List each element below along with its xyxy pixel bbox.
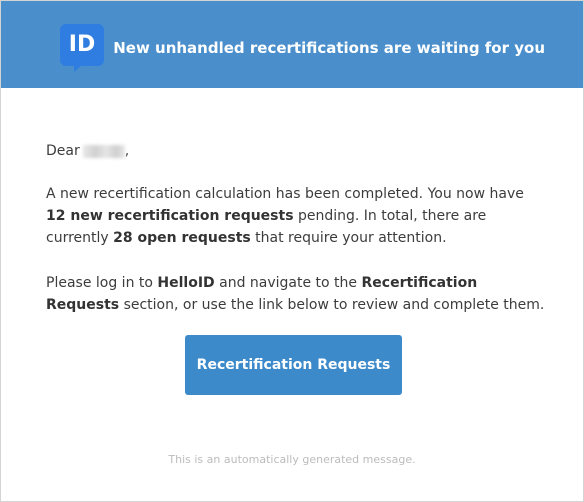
logo-badge: ID [60,24,104,66]
email-title: New unhandled recertifications are waiti… [113,39,545,57]
email-header: ID New unhandled recertifications are wa… [1,1,583,88]
footer-note: This is an automatically generated messa… [168,453,416,466]
summary-paragraph: A new recertification calculation has be… [46,183,546,249]
instructions-text-2: and navigate to the [214,275,362,291]
recertification-requests-button[interactable]: Recertification Requests [185,335,402,395]
instructions-text-1: Please log in to [46,275,158,291]
redacted-name [82,144,125,158]
new-requests-count: 12 new recertification requests [46,208,294,224]
summary-text-3: that require your attention. [250,230,447,246]
greeting-suffix: , [124,143,130,159]
instructions-text-3: section, or use the link below to review… [119,297,545,313]
helloid-name: HelloID [157,275,215,291]
summary-text-1: A new recertification calculation has be… [46,186,524,202]
greeting: Dear, [46,140,546,162]
helloid-logo: ID [60,24,104,72]
open-requests-count: 28 open requests [113,230,251,246]
greeting-prefix: Dear [46,143,80,159]
logo-speech-tail-icon [74,64,83,72]
email-card: ID New unhandled recertifications are wa… [0,0,584,502]
instructions-paragraph: Please log in to HelloID and navigate to… [46,272,546,316]
